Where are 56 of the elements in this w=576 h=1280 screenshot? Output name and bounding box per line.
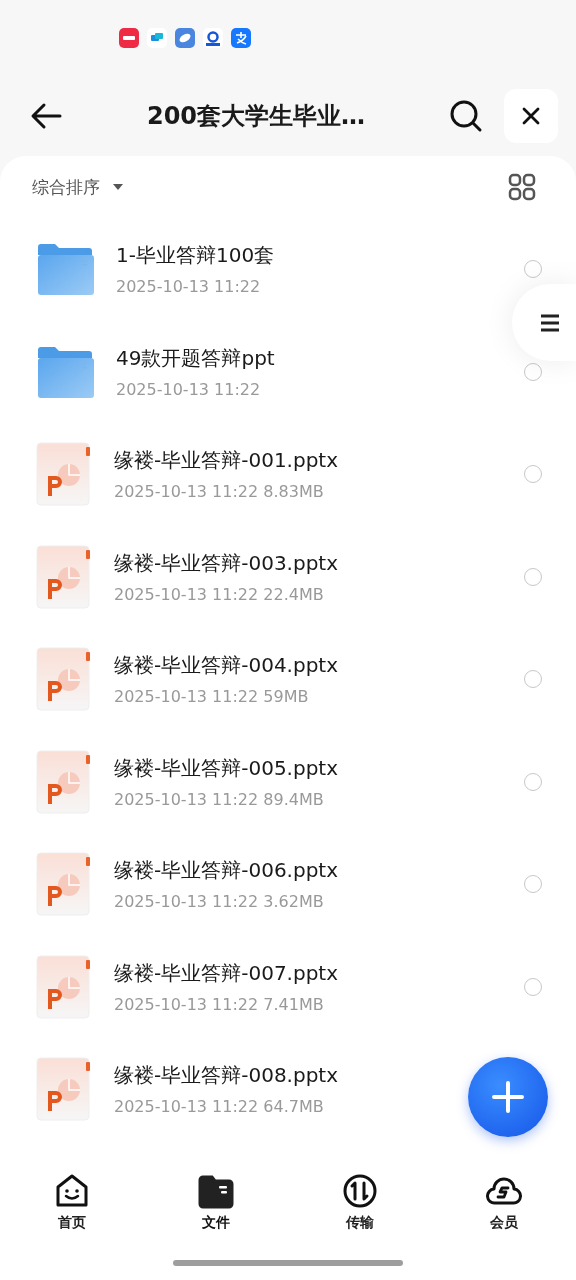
plus-icon [491, 1080, 525, 1114]
file-details: 2025-10-13 11:22 64.7MB [114, 1097, 325, 1117]
file-row[interactable]: 缘褛-毕业答辩-003.pptx 2025-10-13 11:22 22.4MB [0, 525, 576, 628]
folder-icon [36, 243, 94, 296]
file-details: 2025-10-13 11:22 59MB [114, 687, 310, 707]
nav-tab[interactable]: 传输 [288, 1172, 432, 1232]
powerpoint-file-icon [36, 749, 92, 814]
payment-app-icon [231, 28, 251, 48]
file-details: 2025-10-13 11:22 3.62MB [114, 892, 325, 912]
file-name: 缘褛-毕业答辩-008.pptx [114, 1062, 340, 1090]
file-name: 缘褛-毕业答辩-004.pptx [114, 652, 340, 680]
close-button[interactable] [504, 89, 558, 143]
search-icon [449, 99, 483, 133]
grid-icon [508, 173, 536, 201]
file-row[interactable]: 1-毕业答辩100套 2025-10-13 11:22 [0, 218, 576, 321]
file-details: 2025-10-13 11:22 [116, 277, 262, 297]
nav-tab[interactable]: 会员 [432, 1172, 576, 1232]
file-row[interactable]: 缘褛-毕业答辩-004.pptx 2025-10-13 11:22 59MB [0, 628, 576, 731]
powerpoint-file-icon [36, 852, 92, 917]
powerpoint-file-icon [36, 954, 92, 1019]
file-row[interactable]: 缘褛-毕业答辩-005.pptx 2025-10-13 11:22 89.4MB [0, 730, 576, 833]
file-details: 2025-10-13 11:22 [116, 379, 262, 399]
file-name: 缘褛-毕业答辩-001.pptx [114, 447, 340, 475]
folder-title: 200套大学生毕业… [145, 101, 367, 132]
chat-bubble-icon [147, 28, 167, 48]
planet-app-icon [175, 28, 195, 48]
file-row[interactable]: 缘褛-毕业答辩-001.pptx 2025-10-13 11:22 8.83MB [0, 423, 576, 526]
ring-app-icon [203, 28, 223, 48]
powerpoint-file-icon [36, 647, 92, 712]
file-name: 缘褛-毕业答辩-006.pptx [114, 857, 340, 885]
file-name: 49款开题答辩ppt [116, 344, 276, 372]
menu-icon [540, 313, 560, 332]
file-row[interactable]: 缘褛-毕业答辩-008.pptx 2025-10-13 11:22 64.7MB [0, 1038, 576, 1141]
file-row[interactable]: 缘褛-毕业答辩-007.pptx 2025-10-13 11:22 7.41MB [0, 935, 576, 1038]
file-row[interactable]: 缘褛-毕业答辩-006.pptx 2025-10-13 11:22 3.62MB [0, 833, 576, 936]
file-details: 2025-10-13 11:22 7.41MB [114, 994, 325, 1014]
powerpoint-file-icon [36, 442, 92, 507]
caret-icon [112, 183, 124, 191]
folder-icon [36, 345, 94, 398]
close-icon [521, 106, 541, 126]
sort-dropdown[interactable]: 综合排序 [32, 175, 124, 199]
app-notification-icon [119, 28, 139, 48]
back-arrow-icon [30, 102, 62, 130]
file-details: 2025-10-13 11:22 8.83MB [114, 482, 325, 502]
file-row[interactable]: 49款开题答辩ppt 2025-10-13 11:22 [0, 320, 576, 423]
file-details: 2025-10-13 11:22 89.4MB [114, 789, 325, 809]
transfer-arrows-icon [341, 1172, 379, 1210]
powerpoint-file-icon [36, 1057, 92, 1122]
nav-tab[interactable]: 文件 [144, 1172, 288, 1232]
file-name: 缘褛-毕业答辩-003.pptx [114, 549, 340, 577]
powerpoint-file-icon [36, 544, 92, 609]
file-details: 2025-10-13 11:22 22.4MB [114, 584, 325, 604]
file-name: 1-毕业答辩100套 [116, 242, 276, 270]
nav-tab[interactable]: 首页 [0, 1172, 144, 1232]
file-name: 缘褛-毕业答辩-005.pptx [114, 754, 340, 782]
file-name: 缘褛-毕业答辩-007.pptx [114, 959, 340, 987]
